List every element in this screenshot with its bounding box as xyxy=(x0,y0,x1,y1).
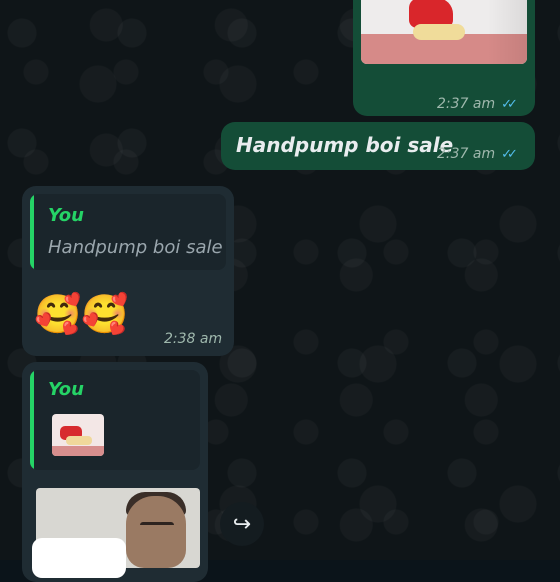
photo-eyes xyxy=(140,522,174,530)
read-receipt-icon: ✓✓ xyxy=(501,96,518,112)
message-meta: 2:38 am xyxy=(164,331,222,347)
timestamp: 2:37 am xyxy=(437,96,496,112)
quoted-image-thumbnail xyxy=(52,414,104,456)
quote-accent-bar xyxy=(30,370,34,470)
message-meta: 2:37 am ✓✓ xyxy=(437,146,518,162)
quote-author: You xyxy=(48,205,84,226)
emoji-message: 🥰🥰 xyxy=(34,292,129,336)
image-shade xyxy=(487,0,527,64)
image-pants xyxy=(413,24,465,40)
read-receipt-icon: ✓✓ xyxy=(501,146,518,162)
forward-button[interactable]: ↪ xyxy=(220,502,264,546)
timestamp: 2:37 am xyxy=(437,146,496,162)
forward-icon: ↪ xyxy=(232,511,252,537)
shared-image[interactable] xyxy=(361,0,527,64)
quote-author: You xyxy=(48,379,84,400)
photo-overlay-chip xyxy=(32,538,126,578)
quote-accent-bar xyxy=(30,194,34,270)
thumb-floor xyxy=(52,446,104,456)
message-meta: 2:37 am ✓✓ xyxy=(437,96,518,112)
message-text: Handpump boi sale xyxy=(236,133,454,157)
quote-text: Handpump boi sale xyxy=(48,237,223,258)
thumb-pants xyxy=(66,436,92,445)
timestamp: 2:38 am xyxy=(164,331,223,347)
photo-face xyxy=(126,496,186,568)
